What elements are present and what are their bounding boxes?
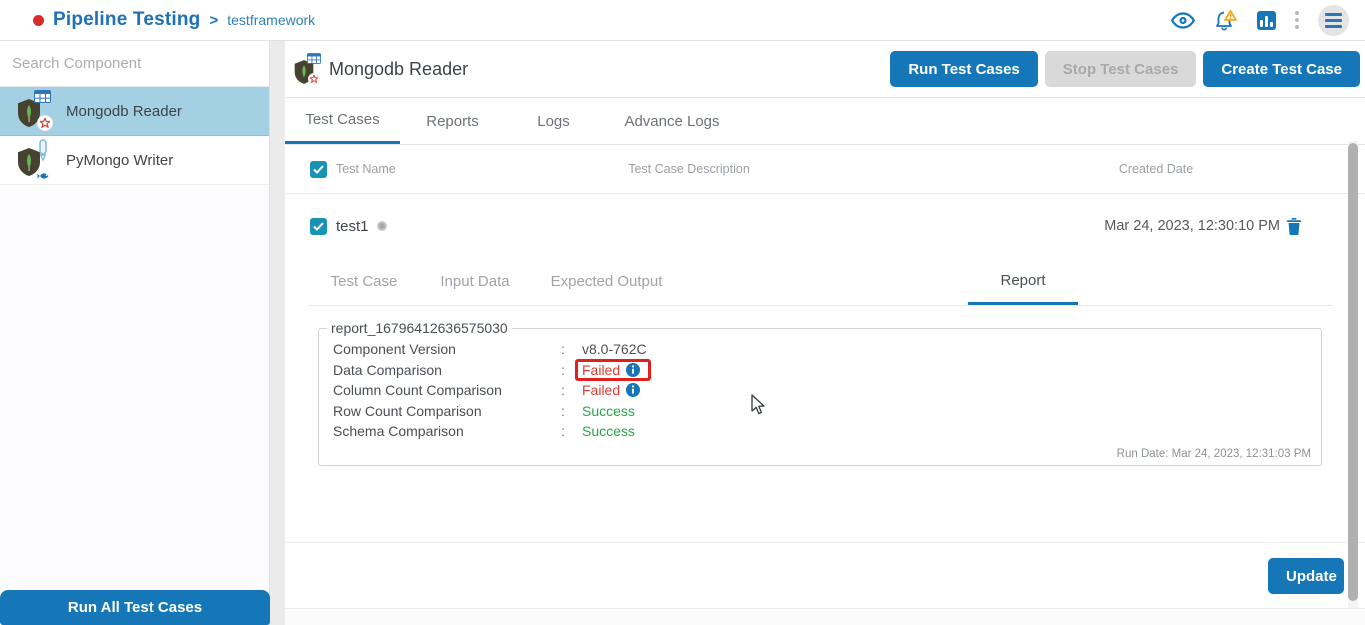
update-button[interactable]: Update [1268,558,1344,594]
test-case-name: test1 [336,217,369,235]
row-count-comparison-value: Success [582,402,635,419]
tab-test-cases[interactable]: Test Cases [285,98,400,144]
breadcrumb[interactable]: testframework [227,12,315,28]
data-comparison-highlight-box: Failed [575,358,652,381]
report-fieldset: report_16796412636575030 Component Versi… [318,320,1322,466]
analytics-icon[interactable] [1257,10,1276,30]
reader-star-badge-icon [38,116,52,130]
report-row-component-version: Component Version : v8.0-762C [333,341,647,358]
test-case-table-header: Test Name Test Case Description Created … [285,145,1365,194]
sidebar-item-label: PyMongo Writer [66,151,174,169]
data-comparison-value: Failed [582,361,621,378]
component-title-icon [293,52,323,86]
column-header-test-name: Test Name [336,162,396,176]
tab-reports[interactable]: Reports [400,98,505,144]
sidebar-item-label: Mongodb Reader [66,102,182,120]
report-row-row-count-comparison: Row Count Comparison : Success [333,402,635,419]
search-input[interactable] [0,41,269,87]
eye-icon[interactable] [1171,11,1195,29]
test-status-dot [376,221,387,231]
run-all-test-cases-button[interactable]: Run All Test Cases [0,590,270,625]
app-title: Pipeline Testing [53,9,201,30]
created-date-value: Mar 24, 2023, 12:30:10 PM [1104,218,1280,234]
stop-test-cases-button: Stop Test Cases [1044,51,1197,87]
status-dot [33,14,44,26]
column-header-description: Test Case Description [628,162,750,176]
run-test-cases-button[interactable]: Run Test Cases [890,51,1038,87]
main-panel: Mongodb Reader Run Test Cases Stop Test … [285,41,1365,625]
sidebar-item-pymongo-writer[interactable]: PyMongo Writer [0,136,269,185]
writer-fish-badge-icon [36,169,50,183]
footer-strip [285,609,1365,625]
component-version-value: v8.0-762C [582,341,647,358]
select-all-checkbox[interactable] [310,160,327,178]
sub-tab-report[interactable]: Report [968,258,1078,305]
menu-icon[interactable] [1318,4,1349,36]
sub-tab-test-case[interactable]: Test Case [308,258,420,305]
more-options-icon[interactable] [1295,11,1299,29]
panel-header: Mongodb Reader Run Test Cases Stop Test … [285,41,1365,98]
content-divider [285,542,1365,543]
vertical-scrollbar [1348,141,1358,608]
schema-comparison-value: Success [582,423,635,440]
info-icon[interactable] [626,362,641,377]
sub-tab-expected-output[interactable]: Expected Output [530,258,683,305]
tab-advance-logs[interactable]: Advance Logs [602,98,742,144]
page-title: Mongodb Reader [329,58,469,79]
component-sidebar: Mongodb Reader PyMongo Writer Run All Te… [0,41,270,625]
mongodb-reader-icon [14,90,54,132]
test-case-sub-tabs: Test Case Input Data Expected Output Rep… [308,258,1333,306]
test-case-checkbox[interactable] [310,217,327,235]
column-count-comparison-value: Failed [582,382,621,399]
info-icon[interactable] [626,383,641,398]
test-case-row: test1 Mar 24, 2023, 12:30:10 PM [285,194,1365,258]
top-header: Pipeline Testing > testframework [0,0,1365,41]
report-row-data-comparison: Data Comparison : Failed [333,358,1321,381]
main-tabs: Test Cases Reports Logs Advance Logs [285,98,1365,145]
scrollbar-thumb[interactable] [1348,143,1358,601]
sidebar-item-mongodb-reader[interactable]: Mongodb Reader [0,87,269,136]
create-test-case-button[interactable]: Create Test Case [1203,51,1360,87]
run-date: Run Date: Mar 24, 2023, 12:31:03 PM [1116,448,1311,460]
pymongo-writer-icon [14,139,54,181]
tab-logs[interactable]: Logs [505,98,602,144]
title-star-badge-icon [309,74,319,84]
notifications-icon[interactable] [1214,9,1238,32]
report-id: report_16796412636575030 [327,320,512,336]
report-row-schema-comparison: Schema Comparison : Success [333,423,635,440]
breadcrumb-chevron-icon: > [209,11,219,29]
report-row-column-count-comparison: Column Count Comparison : Failed [333,380,1321,401]
sub-tab-input-data[interactable]: Input Data [420,258,530,305]
column-header-created-date: Created Date [1118,162,1194,176]
delete-icon[interactable] [1287,217,1301,235]
